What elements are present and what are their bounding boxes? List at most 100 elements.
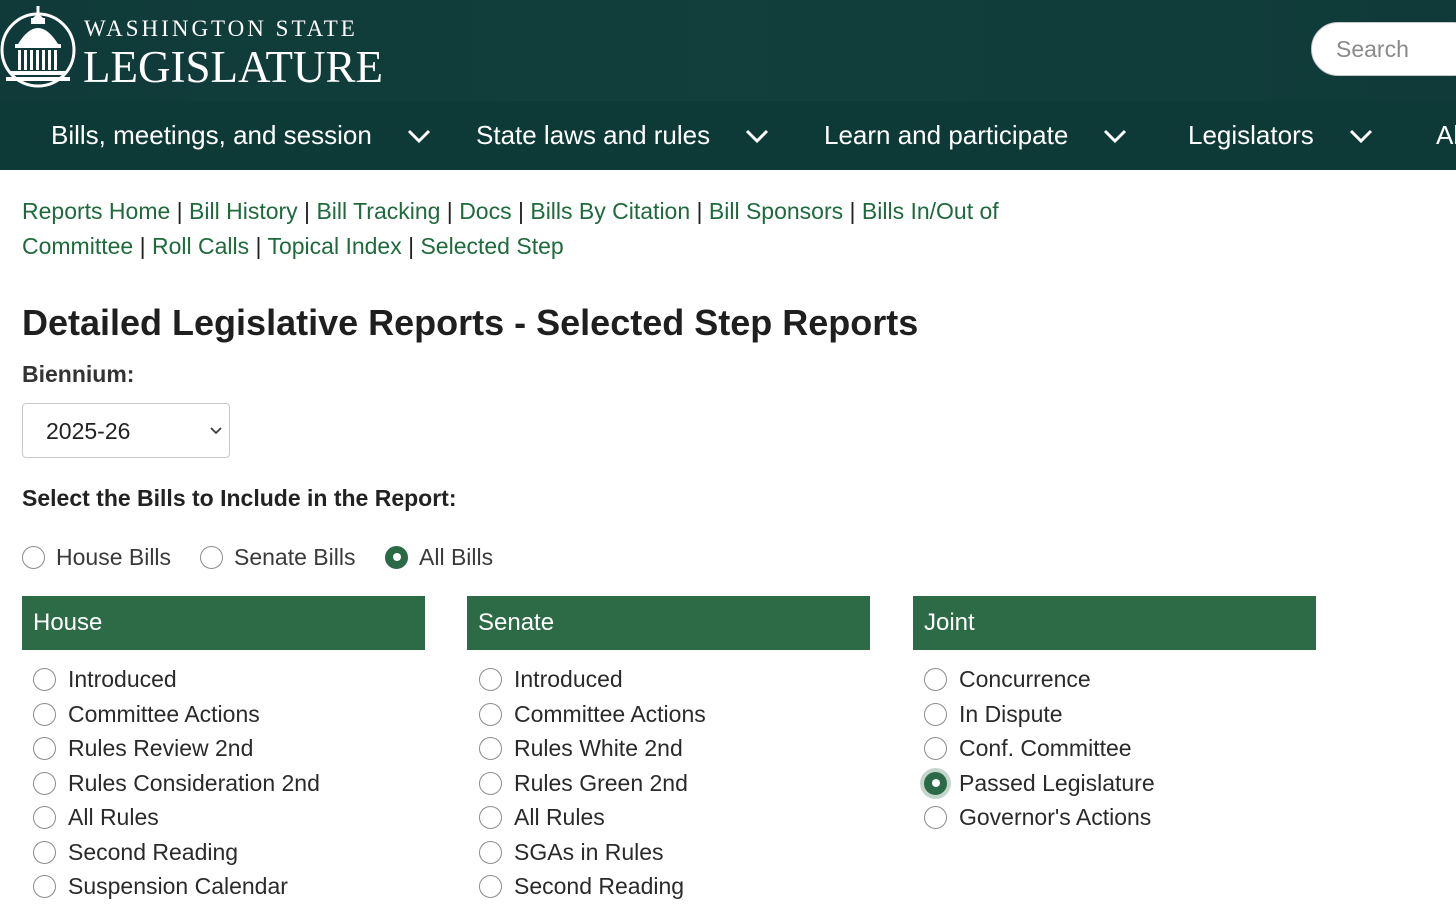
biennium-select[interactable]: 2025-26 [23,404,229,457]
option-label: Rules Green 2nd [514,769,688,796]
house-option[interactable]: Rules Review 2nd [33,735,253,761]
joint-option[interactable]: Governor's Actions [924,804,1151,830]
nav-item-state-laws-rules[interactable]: State laws and rules [476,101,770,170]
joint-option-passed-legislature[interactable]: Passed Legislature [924,770,1155,796]
radio-button[interactable] [33,840,56,864]
option-label: Governor's Actions [959,803,1152,830]
radio-button[interactable] [924,667,947,691]
radio-button[interactable] [33,702,56,726]
capitol-dome-icon[interactable] [0,4,78,88]
option-label: Passed Legislature [959,769,1155,796]
biennium-label: Biennium: [22,361,135,387]
senate-panel: Senate [467,596,870,650]
nav-item-bills-meetings-session[interactable]: Bills, meetings, and session [51,101,432,170]
chevron-down-icon [1349,129,1372,143]
radio-button[interactable] [924,805,947,829]
option-label: Committee Actions [514,700,706,727]
option-label: Rules White 2nd [514,734,683,761]
option-label: Second Reading [514,872,685,899]
radio-button[interactable] [33,771,56,795]
search-input[interactable] [1311,22,1456,76]
chevron-down-icon [1104,129,1127,143]
radio-label: House Bills [56,543,172,570]
radio-house-bills[interactable]: House Bills [22,544,171,570]
chevron-down-icon [746,129,769,143]
radio-button[interactable] [479,702,502,726]
senate-option[interactable]: All Rules [479,804,605,830]
panel-header: Senate [467,596,870,650]
option-label: Second Reading [68,838,239,865]
report-links: Reports Home | Bill History | Bill Track… [22,198,999,259]
option-label: Rules Consideration 2nd [68,769,320,796]
radio-button-selected[interactable] [385,545,408,569]
house-option[interactable]: Committee Actions [33,701,260,727]
joint-option[interactable]: Conf. Committee [924,735,1132,761]
site-header: WASHINGTON STATE LEGISLATURE [0,0,1456,101]
option-label: Concurrence [959,665,1091,692]
link-bill-history[interactable]: Bill History [189,198,298,224]
option-label: Committee Actions [68,700,260,727]
option-label: Introduced [68,665,177,692]
biennium-select-wrapper[interactable]: 2025-26 [22,403,230,458]
house-panel: House [22,596,425,650]
house-option[interactable]: Suspension Calendar [33,873,288,899]
chevron-down-icon [407,129,430,143]
link-bills-by-citation[interactable]: Bills By Citation [530,198,690,224]
link-roll-calls[interactable]: Roll Calls [152,233,249,259]
joint-option[interactable]: In Dispute [924,701,1063,727]
link-topical-index[interactable]: Topical Index [267,233,401,259]
nav-item-label: State laws and rules [476,120,711,150]
option-label: Rules Review 2nd [68,734,254,761]
radio-button[interactable] [479,736,502,760]
nav-item-label: Al [1436,120,1456,150]
radio-button[interactable] [33,874,56,898]
option-label: Introduced [514,665,623,692]
link-bill-sponsors[interactable]: Bill Sponsors [709,198,843,224]
senate-option[interactable]: Introduced [479,666,623,692]
radio-label: All Bills [419,543,494,570]
nav-item-truncated[interactable]: Al [1436,101,1456,170]
link-text: Committee [22,233,134,259]
senate-option[interactable]: Rules Green 2nd [479,770,688,796]
radio-senate-bills[interactable]: Senate Bills [200,544,355,570]
radio-all-bills[interactable]: All Bills [385,544,493,570]
radio-button[interactable] [33,667,56,691]
nav-item-label: Bills, meetings, and session [51,120,372,150]
radio-button[interactable] [924,702,947,726]
radio-button[interactable] [200,545,223,569]
radio-button-selected[interactable] [924,771,947,795]
brand-title[interactable]: LEGISLATURE [83,42,383,92]
house-option[interactable]: All Rules [33,804,159,830]
senate-option[interactable]: Committee Actions [479,701,706,727]
house-option[interactable]: Second Reading [33,839,238,865]
page-title: Detailed Legislative Reports - Selected … [22,302,919,343]
nav-item-learn-participate[interactable]: Learn and participate [824,101,1128,170]
senate-option[interactable]: Second Reading [479,873,684,899]
nav-item-label: Legislators [1188,120,1314,150]
radio-button[interactable] [33,805,56,829]
radio-button[interactable] [479,667,502,691]
radio-button[interactable] [479,805,502,829]
radio-button[interactable] [479,840,502,864]
joint-option[interactable]: Concurrence [924,666,1091,692]
link-text: Bills In/Out of [861,198,999,224]
link-bill-tracking[interactable]: Bill Tracking [316,198,440,224]
radio-button[interactable] [33,736,56,760]
option-label: SGAs in Rules [514,838,664,865]
nav-item-legislators[interactable]: Legislators [1188,101,1374,170]
link-reports-home[interactable]: Reports Home [22,198,170,224]
link-docs[interactable]: Docs [459,198,511,224]
house-option[interactable]: Rules Consideration 2nd [33,770,320,796]
link-selected-step[interactable]: Selected Step [420,233,563,259]
senate-option[interactable]: SGAs in Rules [479,839,664,865]
panel-header: Joint [913,596,1316,650]
house-option[interactable]: Introduced [33,666,177,692]
radio-button[interactable] [22,545,45,569]
joint-panel: Joint [913,596,1316,650]
senate-option[interactable]: Rules White 2nd [479,735,683,761]
radio-button[interactable] [924,736,947,760]
main-nav: Bills, meetings, and session State laws … [0,101,1456,170]
radio-button[interactable] [479,874,502,898]
radio-button[interactable] [479,771,502,795]
option-label: Conf. Committee [959,734,1132,761]
